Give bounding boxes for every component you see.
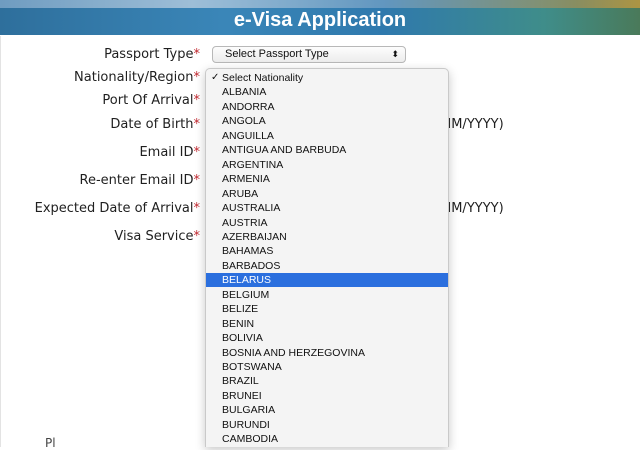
dropdown-option-label: BOLIVIA: [222, 332, 263, 345]
dropdown-option-label: ARUBA: [222, 187, 259, 200]
dropdown-option-label: ANDORRA: [222, 100, 275, 113]
dropdown-option[interactable]: ANGOLA: [206, 114, 448, 128]
dropdown-option[interactable]: ALBANIA: [206, 85, 448, 99]
dropdown-option[interactable]: BARBADOS: [206, 259, 448, 273]
dropdown-option[interactable]: BELGIUM: [206, 288, 448, 302]
label-passport-type: Passport Type*: [104, 47, 200, 62]
dropdown-option-label: BULGARIA: [222, 404, 276, 417]
label-email: Email ID*: [139, 145, 200, 160]
dropdown-option-label: BELIZE: [222, 303, 259, 316]
dropdown-option[interactable]: AUSTRIA: [206, 216, 448, 230]
label-port-of-arrival: Port Of Arrival*: [102, 93, 200, 108]
dropdown-option[interactable]: BULGARIA: [206, 403, 448, 417]
dropdown-option-label: BOTSWANA: [222, 361, 282, 373]
dropdown-option-label: ARGENTINA: [222, 158, 284, 171]
cut-off-label: Pl: [45, 436, 56, 450]
dropdown-option-placeholder[interactable]: ✓ Select Nationality: [206, 71, 448, 85]
dropdown-option[interactable]: BENIN: [206, 317, 448, 331]
label-expected-arrival: Expected Date of Arrival*: [34, 201, 200, 216]
dropdown-option-label: BAHAMAS: [222, 245, 274, 258]
dropdown-option[interactable]: BOTSWANA: [206, 360, 448, 374]
passport-type-value: Select Passport Type: [225, 48, 329, 60]
dropdown-option[interactable]: ANGUILLA: [206, 129, 448, 143]
dropdown-option-label: BELARUS: [222, 274, 272, 287]
dropdown-option[interactable]: BELARUS: [206, 273, 448, 288]
dropdown-option[interactable]: ANTIGUA AND BARBUDA: [206, 143, 448, 157]
select-arrows-icon: ⬍: [391, 49, 399, 59]
dropdown-option-label: BRUNEI: [222, 389, 262, 402]
dropdown-option[interactable]: BELIZE: [206, 302, 448, 316]
label-visa-service: Visa Service*: [114, 229, 200, 244]
dropdown-option-label: ANGOLA: [222, 115, 266, 128]
label-date-of-birth: Date of Birth*: [110, 117, 200, 132]
dropdown-option[interactable]: AZERBAIJAN: [206, 230, 448, 244]
dropdown-option-label: BELGIUM: [222, 288, 270, 301]
dropdown-option[interactable]: CAMBODIA: [206, 432, 448, 446]
label-reenter-email: Re-enter Email ID*: [79, 173, 201, 188]
dropdown-option[interactable]: ARUBA: [206, 187, 448, 201]
dropdown-option-label: AUSTRIA: [222, 216, 268, 229]
dropdown-option[interactable]: BAHAMAS: [206, 244, 448, 258]
dropdown-option-label: CAMBODIA: [222, 433, 279, 446]
dropdown-option-label: BOSNIA AND HERZEGOVINA: [222, 346, 365, 359]
checkmark-icon: ✓: [211, 72, 220, 83]
dropdown-option-label: BRAZIL: [222, 375, 259, 388]
dropdown-option-label: AZERBAIJAN: [222, 230, 287, 243]
dropdown-option[interactable]: ARGENTINA: [206, 158, 448, 172]
dropdown-option-label: BENIN: [222, 317, 255, 330]
header-banner: e-Visa Application: [0, 0, 640, 35]
dropdown-option[interactable]: BOLIVIA: [206, 331, 448, 345]
dropdown-option-label: ANTIGUA AND BARBUDA: [222, 144, 347, 157]
dropdown-option[interactable]: AUSTRALIA: [206, 201, 448, 215]
label-nationality: Nationality/Region*: [74, 70, 200, 85]
page-title: e-Visa Application: [233, 9, 407, 31]
dropdown-option[interactable]: ANDORRA: [206, 100, 448, 114]
dropdown-option-label: BURUNDI: [222, 418, 270, 431]
dropdown-option-label: BARBADOS: [222, 259, 281, 272]
passport-type-select[interactable]: Select Passport Type ⬍: [212, 46, 406, 63]
dropdown-option[interactable]: BURUNDI: [206, 418, 448, 432]
dropdown-option-label: ANGUILLA: [222, 129, 274, 142]
dropdown-option[interactable]: BOSNIA AND HERZEGOVINA: [206, 346, 448, 360]
dropdown-option[interactable]: BRAZIL: [206, 374, 448, 388]
dropdown-option-label: ALBANIA: [222, 86, 267, 99]
dropdown-option-label: AUSTRALIA: [222, 202, 281, 215]
dropdown-option-label: ARMENIA: [222, 173, 270, 186]
dropdown-option-label: Select Nationality: [222, 72, 304, 84]
nationality-dropdown[interactable]: ✓ Select Nationality ALBANIA ANDORRA ANGOLA A…: [205, 68, 449, 447]
dob-format-hint: MM/YYYY): [440, 117, 504, 132]
dropdown-option[interactable]: BRUNEI: [206, 389, 448, 403]
dropdown-option[interactable]: ARMENIA: [206, 172, 448, 186]
arrival-format-hint: MM/YYYY): [440, 201, 504, 216]
